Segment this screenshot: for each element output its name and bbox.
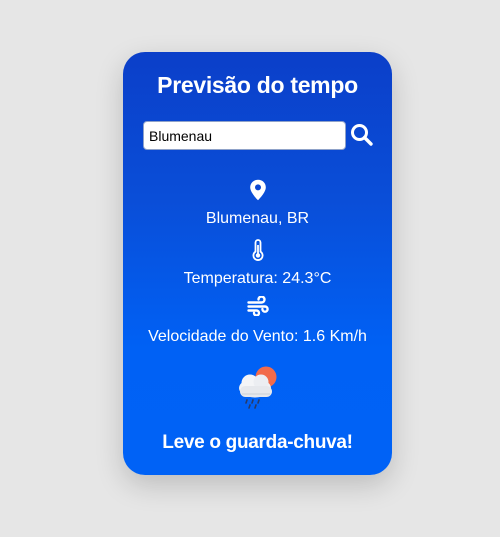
wind-icon <box>246 296 269 316</box>
advice-text: Leve o guarda-chuva! <box>162 432 353 453</box>
location-text: Blumenau, BR <box>205 210 310 227</box>
temperature-text: Temperatura: 24.3°C <box>183 270 332 287</box>
search-icon <box>351 124 373 146</box>
rain-cloud-sun-icon <box>239 366 277 409</box>
thermometer-icon <box>252 239 263 261</box>
city-search-input[interactable] <box>143 121 346 150</box>
search-button[interactable] <box>349 122 375 148</box>
page-title: Previsão do tempo <box>157 72 358 98</box>
search-row <box>143 121 375 151</box>
weather-card: Previsão do tempo Blumenau, BR Temperatu… <box>123 52 392 475</box>
wind-speed-text: Velocidade do Vento: 1.6 Km/h <box>148 328 367 345</box>
map-pin-icon <box>249 179 266 201</box>
